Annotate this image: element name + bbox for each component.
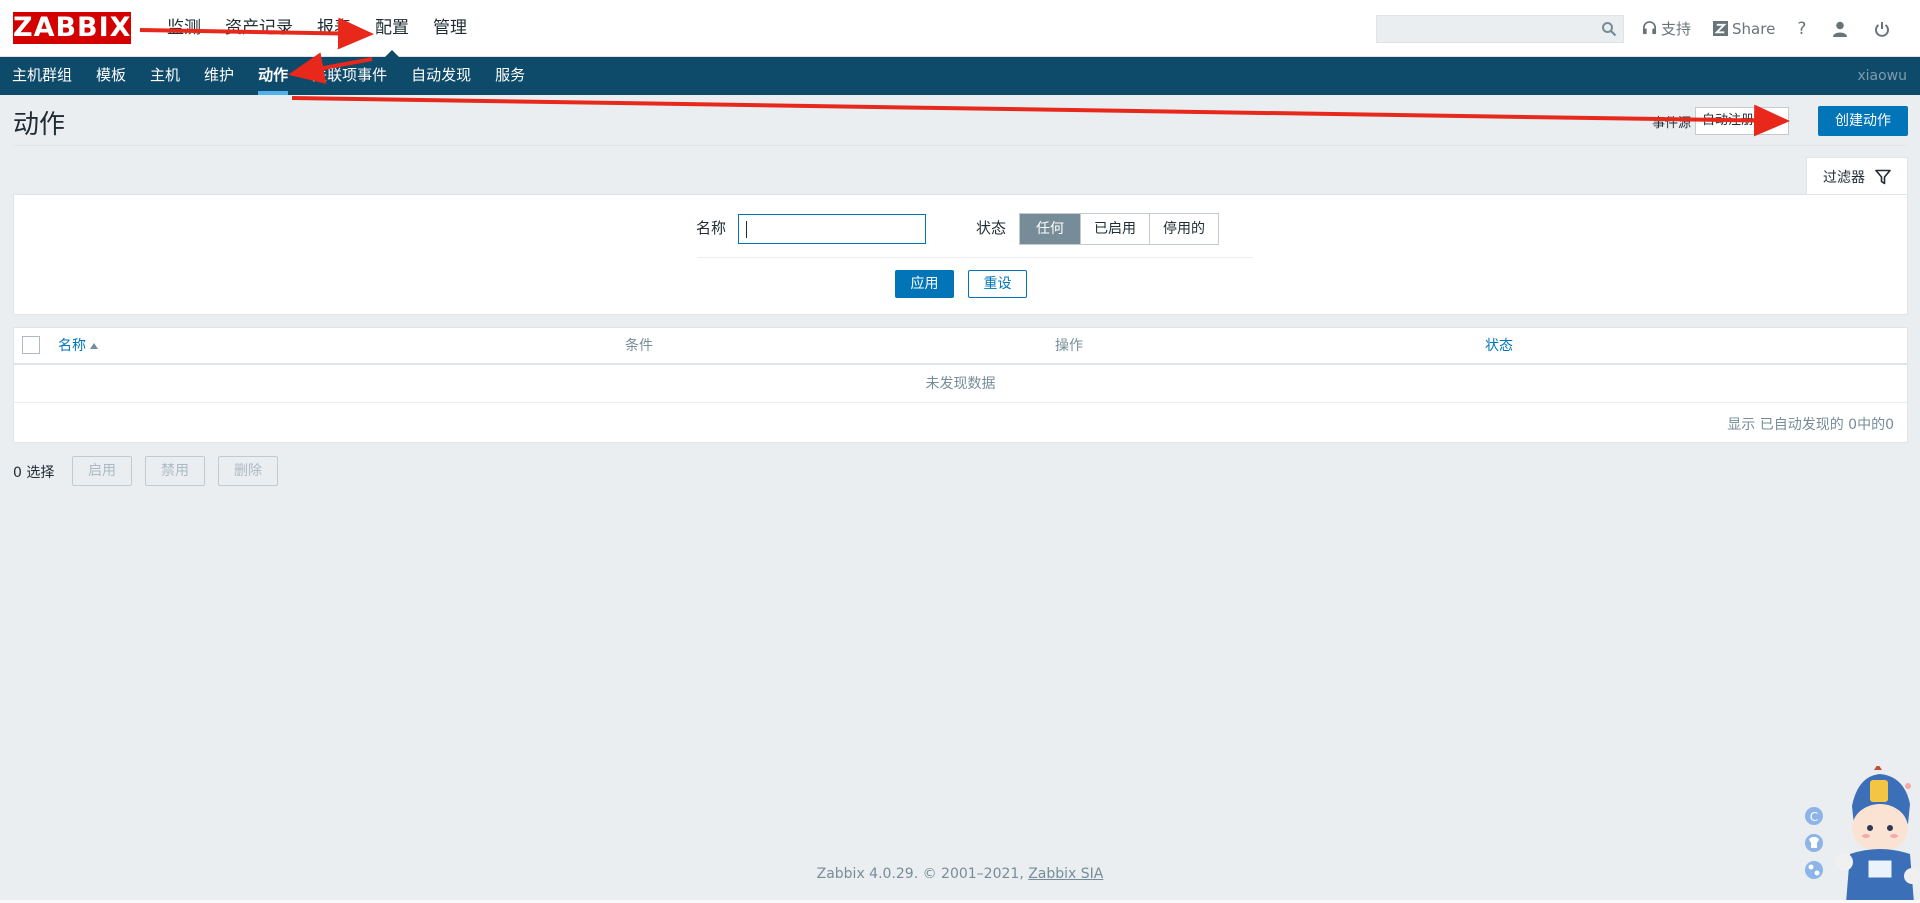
support-link[interactable]: 支持 xyxy=(1642,18,1691,39)
mascot-toggle-icon[interactable] xyxy=(1805,861,1823,879)
filter-status-group: 任何 已启用 停用的 xyxy=(1019,213,1219,245)
selected-count: 0 选择 xyxy=(13,465,55,481)
filter-name-input[interactable] xyxy=(739,215,925,243)
annotation-arrows xyxy=(139,17,1790,137)
reset-button[interactable]: 重设 xyxy=(968,270,1027,298)
header-tools: 支持 Share ? xyxy=(1642,0,1916,57)
sub-nav-templates[interactable]: 模板 xyxy=(84,57,138,95)
profile-button[interactable] xyxy=(1832,21,1848,37)
main-nav: 监测 资产记录 报表 配置 管理 xyxy=(155,0,479,57)
column-conditions: 条件 xyxy=(625,338,653,354)
event-source-value: 自动注册 xyxy=(1702,113,1755,128)
disable-selected-button[interactable]: 禁用 xyxy=(145,456,205,486)
help-icon: ? xyxy=(1797,18,1807,39)
sub-nav-discovery[interactable]: 自动发现 xyxy=(399,57,483,95)
sub-nav-maintenance[interactable]: 维护 xyxy=(192,57,246,95)
filter-tab[interactable]: 过滤器 xyxy=(1806,157,1908,195)
top-header: ZABBIX 监测 资产记录 报表 配置 管理 支持 Share ? xyxy=(0,0,1920,57)
page-title: 动作 xyxy=(13,110,66,140)
main-nav-inventory[interactable]: 资产记录 xyxy=(213,0,305,57)
create-action-button[interactable]: 创建动作 xyxy=(1818,106,1908,136)
help-button[interactable]: ? xyxy=(1797,19,1806,39)
filter-name-field xyxy=(738,214,926,244)
filter-panel: 名称 状态 任何 已启用 停用的 应用 重设 xyxy=(13,194,1908,315)
delete-selected-button[interactable]: 删除 xyxy=(218,456,278,486)
paging-summary: 显示 已自动发现的 0中的0 xyxy=(1727,417,1894,433)
arrow-to-event-source xyxy=(291,96,1790,137)
text-caret xyxy=(746,221,747,238)
filter-tab-label: 过滤器 xyxy=(1823,169,1865,186)
user-icon xyxy=(1833,21,1848,37)
sub-nav-actions[interactable]: 动作 xyxy=(246,57,300,95)
status-option-enabled[interactable]: 已启用 xyxy=(1080,214,1149,244)
sub-nav: 主机群组 模板 主机 维护 动作 关联项事件 自动发现 服务 xiaowu xyxy=(0,57,1920,95)
sub-nav-host-groups[interactable]: 主机群组 xyxy=(0,57,84,95)
title-divider xyxy=(13,145,1907,146)
column-status[interactable]: 状态 xyxy=(1485,328,1513,364)
filter-icon xyxy=(1875,169,1891,184)
footer-link[interactable]: Zabbix SIA xyxy=(1028,866,1103,882)
search-icon[interactable] xyxy=(1601,21,1617,37)
apply-button[interactable]: 应用 xyxy=(895,270,954,298)
main-nav-configuration[interactable]: 配置 xyxy=(363,0,421,57)
status-option-disabled[interactable]: 停用的 xyxy=(1149,214,1218,244)
status-option-any[interactable]: 任何 xyxy=(1020,214,1080,244)
sub-nav-services[interactable]: 服务 xyxy=(483,57,537,95)
event-source-select[interactable]: 自动注册 xyxy=(1695,107,1790,135)
event-source-label: 事件源 xyxy=(1652,115,1692,131)
current-user: xiaowu xyxy=(1857,68,1907,84)
enable-selected-button[interactable]: 启用 xyxy=(72,456,132,486)
logout-button[interactable] xyxy=(1874,21,1890,37)
headset-icon xyxy=(1642,21,1657,35)
filter-divider xyxy=(697,257,1253,258)
main-nav-monitoring[interactable]: 监测 xyxy=(155,0,213,57)
mascot-widget[interactable]: C xyxy=(1800,766,1920,903)
footer-text: Zabbix 4.0.29. © 2001–2021, xyxy=(816,866,1029,882)
support-label: 支持 xyxy=(1661,20,1692,38)
filter-name-label: 名称 xyxy=(696,219,727,237)
global-search xyxy=(1376,15,1624,43)
share-label: Share xyxy=(1732,19,1776,38)
column-operations: 操作 xyxy=(1055,338,1083,354)
share-z-icon xyxy=(1713,21,1729,36)
event-source-control: 事件源 自动注册 xyxy=(1652,107,1790,135)
main-nav-administration[interactable]: 管理 xyxy=(421,0,479,57)
svg-text:C: C xyxy=(1810,810,1818,824)
column-name[interactable]: 名称 xyxy=(58,328,98,364)
sort-asc-icon xyxy=(90,343,98,349)
chevron-down-icon xyxy=(1770,117,1782,125)
table-header: 名称 条件 操作 状态 xyxy=(14,328,1907,365)
sub-nav-hosts[interactable]: 主机 xyxy=(138,57,192,95)
main-nav-reports[interactable]: 报表 xyxy=(305,0,363,57)
global-search-input[interactable] xyxy=(1377,16,1623,42)
footer: Zabbix 4.0.29. © 2001–2021, Zabbix SIA xyxy=(0,866,1920,882)
zabbix-logo[interactable]: ZABBIX xyxy=(13,12,131,44)
select-all-checkbox[interactable] xyxy=(22,336,40,354)
power-icon xyxy=(1875,21,1890,37)
sub-nav-event-correlation[interactable]: 关联项事件 xyxy=(300,57,399,95)
filter-status-label: 状态 xyxy=(976,219,1007,237)
column-name-label: 名称 xyxy=(58,338,86,354)
empty-table-message: 未发现数据 xyxy=(14,366,1907,403)
actions-table: 名称 条件 操作 状态 未发现数据 显示 已自动发现的 0中的0 xyxy=(13,327,1908,443)
share-link[interactable]: Share xyxy=(1713,20,1775,38)
